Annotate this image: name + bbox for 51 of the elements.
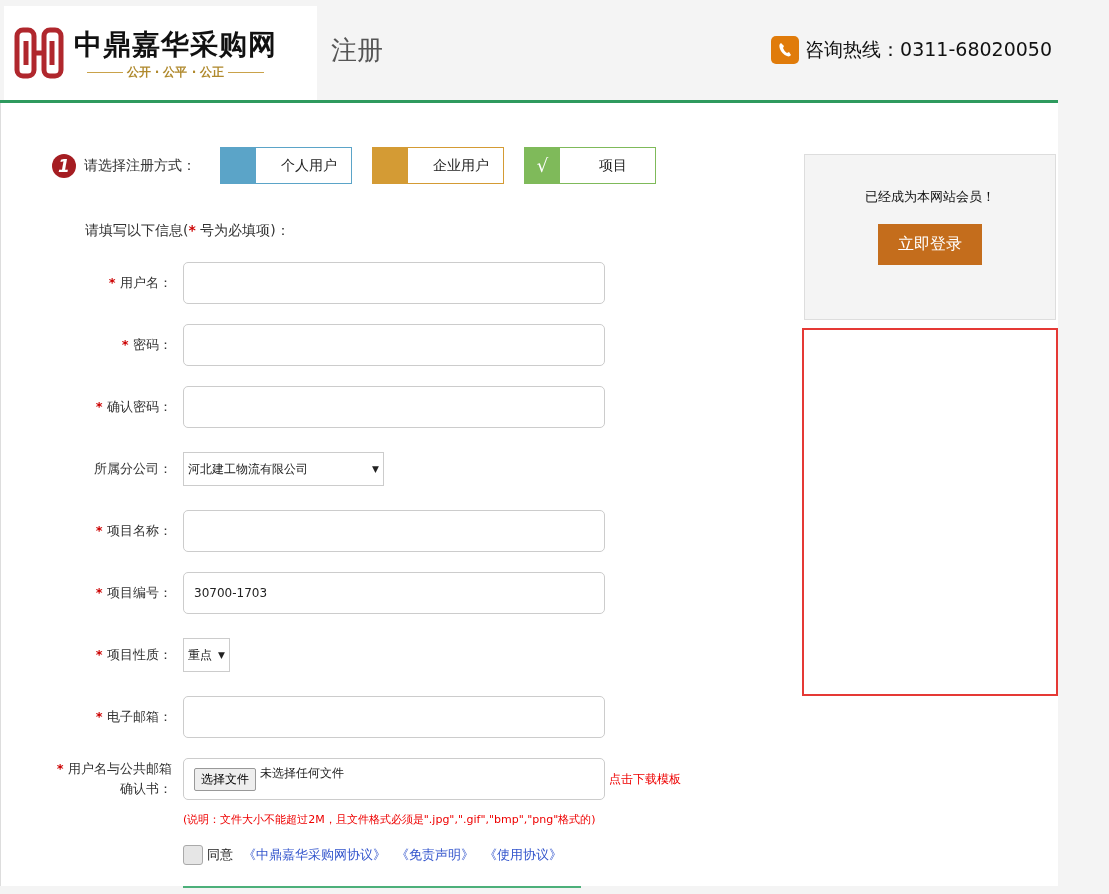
login-button[interactable]: 立即登录 — [878, 224, 982, 265]
upload-note: (说明：文件大小不能超过2M，且文件格式必须是".jpg",".gif","bmp","png"格式的) — [183, 812, 597, 827]
page-title: 注册 — [331, 33, 384, 67]
agreement-link[interactable]: 《免责声明》 — [396, 846, 474, 864]
user-type-tab[interactable]: 个人用户 — [220, 147, 352, 184]
member-text: 已经成为本网站会员！ — [865, 188, 995, 206]
required-mark: * — [108, 275, 117, 290]
required-mark: * — [95, 523, 104, 538]
select-field[interactable]: 河北建工物流有限公司 ▼ — [183, 452, 384, 486]
required-mark: * — [121, 337, 130, 352]
agreement-link[interactable]: 《使用协议》 — [484, 846, 562, 864]
select-field[interactable]: 重点 ▼ — [183, 638, 230, 672]
logo-slogan: 公开 · 公平 · 公正 — [126, 63, 225, 81]
field-label: 所属分公司： — [93, 460, 172, 478]
logo[interactable]: 中鼎嘉华采购网 公开 · 公平 · 公正 — [4, 6, 317, 100]
download-template-link[interactable]: 点击下载模板 — [609, 770, 681, 788]
field-label: * 密码： — [120, 336, 172, 354]
user-type-tab[interactable]: √ 项目 — [524, 147, 656, 184]
field-label: * 用户名： — [107, 274, 172, 292]
field-label: * 项目名称： — [94, 522, 172, 540]
logo-icon — [14, 27, 64, 79]
phone-icon — [771, 36, 800, 64]
input-field[interactable] — [183, 510, 605, 552]
field-label: * 确认密码： — [94, 398, 172, 416]
input-field[interactable] — [183, 324, 605, 366]
input-field[interactable] — [183, 696, 605, 738]
file-status: 未选择任何文件 — [260, 765, 344, 782]
step-badge: 1 — [52, 153, 76, 178]
submit-button-edge[interactable] — [183, 886, 581, 888]
agree-label: 同意 — [207, 846, 233, 864]
input-field[interactable] — [183, 262, 605, 304]
file-field[interactable]: 选择文件 未选择任何文件 — [183, 758, 605, 800]
required-mark: * — [95, 709, 104, 724]
field-label: * 电子邮箱： — [94, 708, 172, 726]
required-mark: * — [95, 647, 104, 662]
field-label: * 用户名与公共邮箱确认书： — [55, 760, 172, 798]
required-mark: * — [56, 761, 65, 776]
agree-checkbox[interactable] — [183, 845, 203, 865]
agreement-link[interactable]: 《中鼎嘉华采购网协议》 — [243, 846, 386, 864]
field-label: * 项目性质： — [94, 646, 172, 664]
choose-file-button[interactable]: 选择文件 — [194, 768, 256, 791]
hotline-text: 咨询热线：0311-68020050 — [805, 37, 1052, 62]
field-label: * 项目编号： — [94, 584, 172, 602]
logo-title: 中鼎嘉华采购网 — [74, 26, 277, 63]
required-mark: * — [95, 585, 104, 600]
type-prompt: 请选择注册方式： — [84, 156, 196, 175]
required-mark: * — [95, 399, 104, 414]
form-intro: 请填写以下信息(* 号为必填项)： — [85, 222, 291, 240]
user-type-tab[interactable]: 企业用户 — [372, 147, 504, 184]
input-field[interactable]: 30700-1703 — [183, 572, 605, 614]
input-field[interactable] — [183, 386, 605, 428]
